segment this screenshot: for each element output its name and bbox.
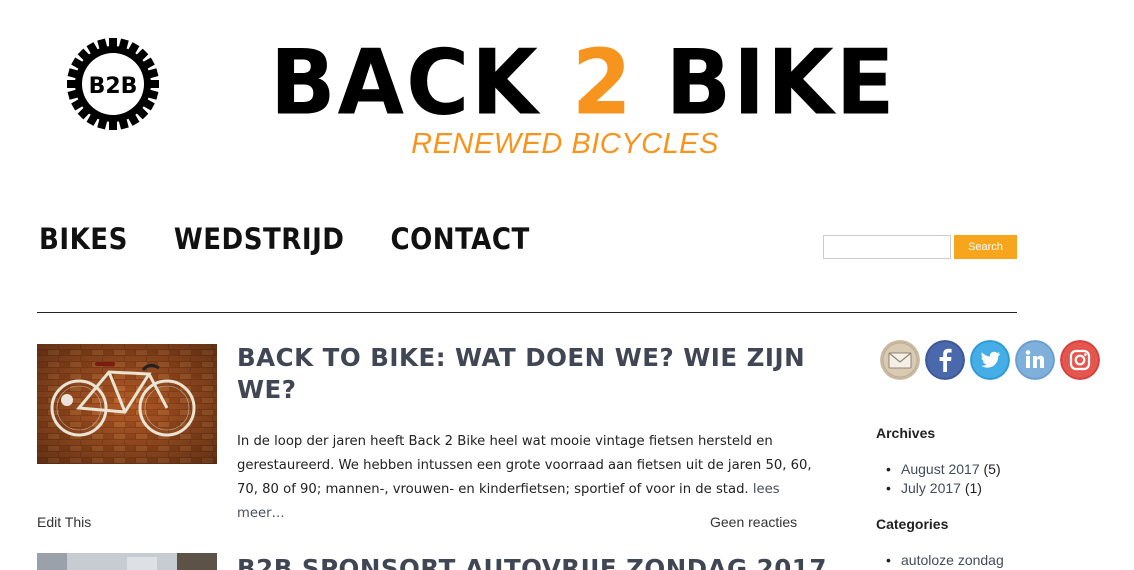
edit-post-link[interactable]: Edit This <box>37 514 91 530</box>
post-title[interactable]: BACK TO BIKE: WAT DOEN WE? WIE ZIJN WE? <box>237 342 807 406</box>
category-link-autoloze-zondag[interactable]: autoloze zondag <box>901 552 1004 568</box>
nav-item-bikes[interactable]: BIKES <box>39 222 128 256</box>
nav-item-contact[interactable]: CONTACT <box>390 222 529 256</box>
category-item: autoloze zondag <box>901 551 1004 570</box>
site-title[interactable]: BACK 2 BIKE <box>270 25 895 141</box>
archives-list: August 2017 (5) July 2017 (1) <box>901 460 1001 498</box>
nav-item-wedstrijd[interactable]: WEDSTRIJD <box>174 222 345 256</box>
categories-title: Categories <box>876 516 949 532</box>
email-icon[interactable] <box>880 340 920 380</box>
site-title-part1: BACK <box>270 30 572 136</box>
search-button[interactable]: Search <box>954 235 1017 259</box>
site-title-part2: BIKE <box>633 30 897 136</box>
post-thumbnail-2[interactable] <box>37 553 217 570</box>
archive-link-july-2017[interactable]: July 2017 <box>901 480 961 496</box>
comments-link[interactable]: Geen reacties <box>710 514 797 530</box>
post-excerpt: In de loop der jaren heeft Back 2 Bike h… <box>237 430 812 526</box>
archives-title: Archives <box>876 425 936 441</box>
street-photo-image <box>37 553 217 570</box>
b2b-gear-logo[interactable]: B2B <box>66 37 160 131</box>
search-input[interactable] <box>823 235 951 259</box>
archive-item: July 2017 (1) <box>901 479 1001 498</box>
page: B2B BACK 2 BIKE RENEWED BICYCLES BIKES W… <box>0 0 1134 570</box>
archive-count: (1) <box>964 480 982 496</box>
archive-link-august-2017[interactable]: August 2017 <box>901 461 980 477</box>
post-excerpt-text: In de loop der jaren heeft Back 2 Bike h… <box>237 434 812 497</box>
site-tagline: RENEWED BICYCLES <box>411 128 719 160</box>
site-title-number: 2 <box>571 30 634 136</box>
main-nav: BIKES WEDSTRIJD CONTACT <box>39 222 530 256</box>
instagram-icon[interactable] <box>1060 340 1100 380</box>
header-divider <box>37 312 1017 313</box>
linkedin-icon[interactable] <box>1015 340 1055 380</box>
twitter-icon[interactable] <box>970 340 1010 380</box>
post-thumbnail[interactable] <box>37 344 217 464</box>
post-title-2[interactable]: B2B SPONSORT AUTOVRIJE ZONDAG 2017 <box>237 553 827 570</box>
bicycle-on-brick-wall-image <box>37 344 217 464</box>
logo-text: B2B <box>89 74 138 99</box>
archive-count: (5) <box>983 461 1001 477</box>
social-icons <box>880 340 1100 380</box>
archive-item: August 2017 (5) <box>901 460 1001 479</box>
facebook-icon[interactable] <box>925 340 965 380</box>
categories-list: autoloze zondag <box>901 551 1004 570</box>
